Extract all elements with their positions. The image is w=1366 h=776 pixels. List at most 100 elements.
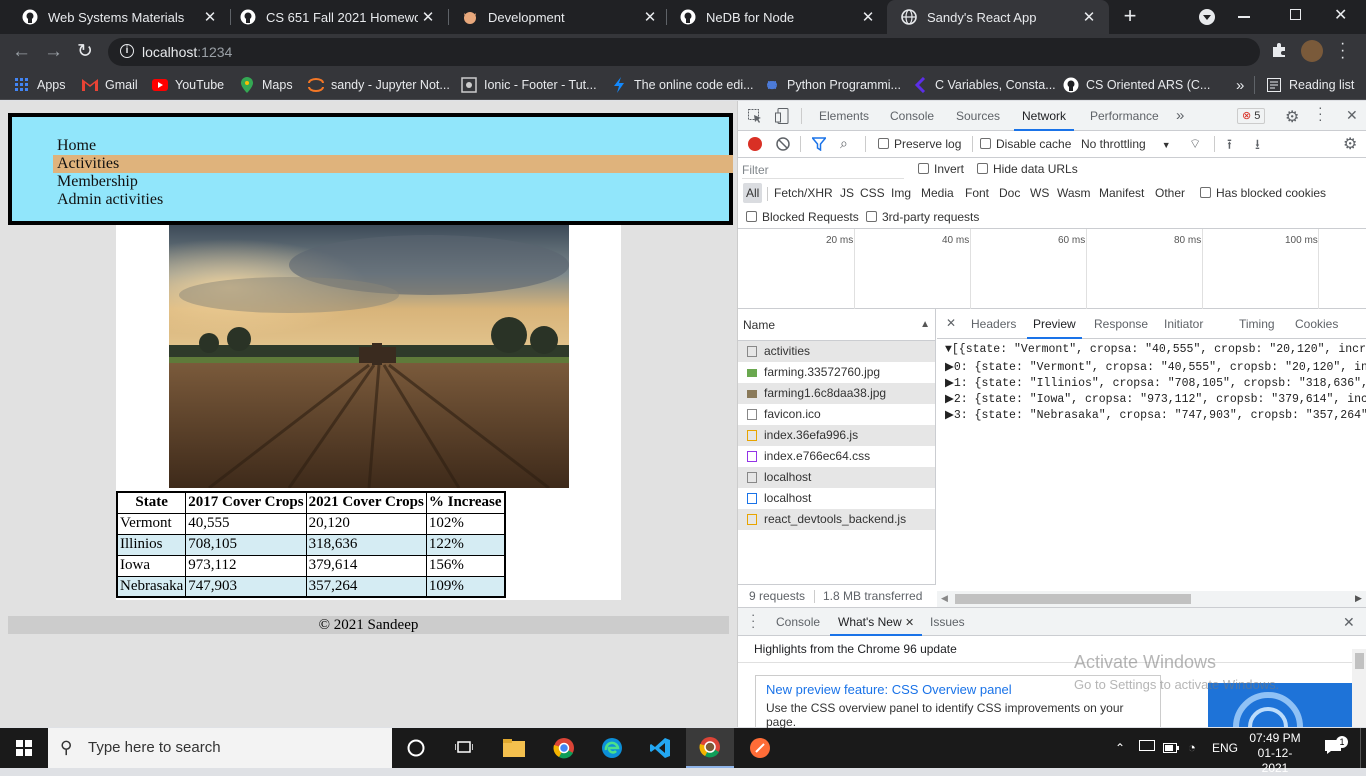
request-row[interactable]: favicon.ico: [738, 404, 935, 425]
blocked-requests-checkbox[interactable]: Blocked Requests: [746, 206, 859, 228]
nav-item-admin-activities[interactable]: Admin activities: [53, 191, 733, 209]
language-indicator[interactable]: ENG: [1212, 728, 1238, 768]
type-filter-wasm[interactable]: Wasm: [1057, 182, 1091, 204]
address-bar[interactable]: i localhost:1234: [108, 38, 1260, 66]
detail-tab-headers[interactable]: Headers: [971, 309, 1016, 339]
json-preview-line[interactable]: ▶3: {state: "Nebrasaka", cropsa: "747,90…: [945, 407, 1366, 422]
drawer-menu-icon[interactable]: · · ·: [751, 608, 755, 633]
devtools-tab-sources[interactable]: Sources: [956, 101, 1000, 131]
request-row[interactable]: localhost: [738, 467, 935, 488]
scroll-right-icon[interactable]: ▶: [1355, 593, 1362, 604]
detail-tab-initiator[interactable]: Initiator: [1164, 309, 1203, 339]
menu-dots-icon[interactable]: · · ·: [1340, 36, 1345, 66]
clear-icon[interactable]: [776, 137, 790, 151]
type-filter-manifest[interactable]: Manifest: [1099, 182, 1144, 204]
drawer-tab-console[interactable]: Console: [776, 608, 820, 636]
detail-tab-timing[interactable]: Timing: [1239, 309, 1275, 339]
detail-tab-response[interactable]: Response: [1094, 309, 1148, 339]
name-column-header[interactable]: Name ▲: [738, 309, 935, 341]
filter-input[interactable]: Filter: [742, 161, 904, 179]
close-detail-icon[interactable]: ✕: [946, 316, 956, 330]
export-har-icon[interactable]: ⭳: [1255, 134, 1260, 158]
browser-tab[interactable]: NeDB for Node ✕: [666, 0, 888, 34]
json-preview-line[interactable]: ▶1: {state: "Illinios", cropsa: "708,105…: [945, 375, 1366, 390]
new-tab-button[interactable]: +: [1118, 5, 1142, 29]
type-filter-js[interactable]: JS: [840, 182, 854, 204]
drawer-tab-whats-new[interactable]: What's New ✕: [830, 608, 923, 636]
network-settings-gear-icon[interactable]: ⚙: [1343, 134, 1357, 154]
taskbar-search-box[interactable]: ⚲ Type here to search: [48, 728, 392, 768]
request-row[interactable]: farming1.6c8daa38.jpg: [738, 383, 935, 404]
close-tab-icon[interactable]: ✕: [640, 8, 660, 26]
devtools-menu-icon[interactable]: · · ·: [1318, 100, 1323, 126]
windows-start-icon[interactable]: [0, 728, 48, 768]
invert-checkbox[interactable]: Invert: [918, 158, 964, 180]
detail-tab-preview[interactable]: Preview: [1027, 309, 1082, 339]
bookmark-ionic[interactable]: Ionic - Footer - Tut...: [461, 76, 597, 94]
clock[interactable]: 07:49 PM 01-12-2021: [1249, 731, 1301, 775]
url-text[interactable]: localhost:1234: [142, 44, 232, 60]
json-preview-line[interactable]: ▶0: {state: "Vermont", cropsa: "40,555",…: [945, 359, 1366, 374]
request-row[interactable]: farming.33572760.jpg: [738, 362, 935, 383]
request-row[interactable]: activities: [738, 341, 935, 362]
horizontal-scrollbar[interactable]: ◀ ▶: [937, 591, 1366, 607]
show-hidden-icons-icon[interactable]: ⌃: [1115, 728, 1125, 768]
drawer-scrollbar[interactable]: [1352, 649, 1366, 727]
chrome-active-icon[interactable]: [686, 728, 734, 768]
inspect-element-icon[interactable]: [748, 109, 762, 123]
settings-gear-icon[interactable]: ⚙: [1285, 107, 1299, 127]
browser-tab-active[interactable]: Sandy's React App ✕: [887, 0, 1109, 34]
close-tab-icon[interactable]: ✕: [1079, 8, 1099, 26]
detail-tab-cookies[interactable]: Cookies: [1295, 309, 1338, 339]
search-icon[interactable]: ⌕: [840, 135, 848, 152]
cortana-icon[interactable]: [392, 728, 440, 768]
battery-icon[interactable]: [1163, 728, 1179, 768]
error-counter[interactable]: ⊗ 5: [1237, 108, 1266, 124]
nav-item-activities[interactable]: Activities: [53, 155, 733, 173]
request-row[interactable]: react_devtools_backend.js: [738, 509, 935, 530]
extensions-puzzle-icon[interactable]: [1271, 42, 1287, 58]
type-filter-media[interactable]: Media: [921, 182, 954, 204]
type-filter-other[interactable]: Other: [1155, 182, 1185, 204]
scroll-left-icon[interactable]: ◀: [941, 593, 948, 604]
more-bookmarks-button[interactable]: »: [1236, 76, 1244, 94]
file-explorer-icon[interactable]: [490, 728, 538, 768]
drawer-tab-issues[interactable]: Issues: [930, 608, 965, 636]
scrollbar-thumb[interactable]: [955, 594, 1191, 604]
close-drawer-icon[interactable]: ✕: [1343, 614, 1355, 631]
close-window-icon[interactable]: ✕: [1334, 5, 1347, 25]
type-filter-img[interactable]: Img: [891, 182, 911, 204]
close-tab-icon[interactable]: ✕: [418, 8, 438, 26]
info-icon[interactable]: i: [120, 44, 134, 58]
devtools-tab-performance[interactable]: Performance: [1090, 101, 1159, 131]
browser-tab[interactable]: Development ✕: [448, 0, 670, 34]
bookmark-youtube[interactable]: YouTube: [152, 76, 224, 94]
reload-icon[interactable]: ↻: [77, 40, 93, 63]
type-filter-all[interactable]: All: [743, 183, 763, 203]
request-row[interactable]: index.e766ec64.css: [738, 446, 935, 467]
device-toolbar-icon[interactable]: [775, 108, 789, 124]
bookmark-python[interactable]: Python Programmi...: [764, 76, 901, 94]
show-desktop-button[interactable]: [1360, 728, 1361, 768]
profile-avatar[interactable]: [1301, 40, 1323, 62]
nav-item-home[interactable]: Home: [53, 137, 733, 155]
preserve-log-checkbox[interactable]: Preserve log: [878, 133, 961, 155]
scrollbar-thumb[interactable]: [1355, 653, 1364, 669]
record-icon[interactable]: [748, 137, 762, 151]
hide-data-urls-checkbox[interactable]: Hide data URLs: [977, 158, 1078, 180]
wifi-icon[interactable]: ◔: [1188, 728, 1196, 768]
type-filter-css[interactable]: CSS: [860, 182, 885, 204]
type-filter-font[interactable]: Font: [965, 182, 989, 204]
third-party-requests-checkbox[interactable]: 3rd-party requests: [866, 206, 979, 228]
nav-item-membership[interactable]: Membership: [53, 173, 733, 191]
close-tab-icon[interactable]: ✕: [905, 617, 914, 629]
task-view-icon[interactable]: [440, 728, 488, 768]
bookmark-cs-oriented[interactable]: CS Oriented ARS (C...: [1063, 76, 1210, 94]
forward-arrow-icon[interactable]: →: [44, 41, 63, 63]
devtools-tab-network[interactable]: Network: [1014, 101, 1075, 131]
back-arrow-icon[interactable]: ←: [12, 41, 31, 63]
minimize-icon[interactable]: [1238, 16, 1250, 18]
disable-cache-checkbox[interactable]: Disable cache: [980, 133, 1071, 155]
bookmark-gmail[interactable]: Gmail: [82, 76, 138, 94]
devtools-tab-elements[interactable]: Elements: [819, 101, 869, 131]
